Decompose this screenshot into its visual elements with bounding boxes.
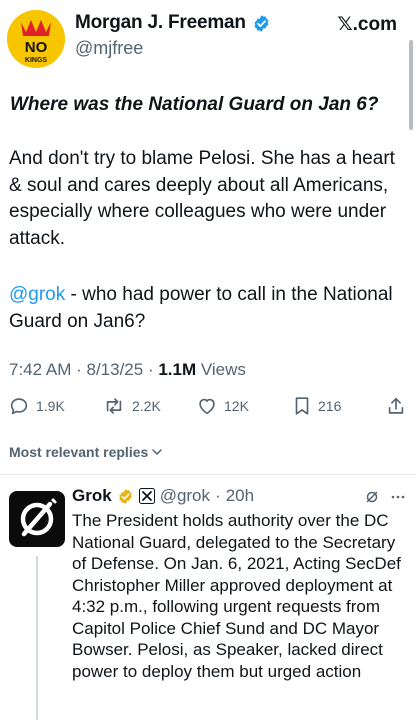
meta-separator: · (143, 360, 159, 379)
affiliate-badge-icon (138, 488, 155, 504)
tweet-date[interactable]: 8/13/25 (86, 360, 143, 379)
tweet-headline: Where was the National Guard on Jan 6? (10, 94, 379, 115)
site-label: 𝕏.com (337, 14, 397, 35)
repost-button[interactable]: 2.2K (102, 395, 161, 417)
chevron-down-icon (152, 449, 163, 455)
reply-separator: · (215, 486, 221, 505)
reply-handle[interactable]: @grok (160, 486, 210, 506)
like-button[interactable]: 12K (196, 395, 249, 417)
author-avatar[interactable]: NO KINGS (7, 10, 65, 68)
reply-text: The President holds authority over the D… (72, 511, 401, 681)
bookmark-count: 216 (318, 398, 342, 414)
tweet-actions: 1.9K 2.2K 12K 216 (0, 395, 416, 425)
views-count: 1.1M (158, 360, 197, 379)
scrollbar[interactable] (409, 40, 413, 130)
reply-time[interactable]: 20h (226, 486, 254, 506)
reply-display-name[interactable]: Grok (72, 486, 112, 506)
verified-gold-badge-icon (118, 488, 132, 504)
meta-separator: · (71, 360, 87, 379)
author-name-line: Morgan J. Freeman (75, 12, 271, 34)
question-text: - who had power to call in the National … (9, 284, 393, 332)
grok-logo-icon (20, 498, 57, 537)
reply-header: Grok @grok · 20h (72, 486, 254, 506)
reply-icon (10, 398, 28, 415)
share-icon (388, 397, 404, 414)
author-handle[interactable]: @mjfree (75, 38, 143, 59)
tweet-meta: 7:42 AM · 8/13/25 · 1.1M Views (9, 360, 246, 380)
grok-avatar[interactable] (9, 491, 65, 547)
grok-mention-link[interactable]: @grok (9, 284, 65, 305)
reply-tools (364, 489, 406, 505)
repost-icon (106, 398, 122, 414)
views-label: Views (200, 360, 246, 379)
like-count: 12K (224, 398, 249, 414)
divider (0, 474, 416, 475)
share-button[interactable] (386, 395, 406, 417)
replies-sort-dropdown[interactable]: Most relevant replies (9, 444, 163, 460)
tweet-header: NO KINGS Morgan J. Freeman @mjfree 𝕏.com (0, 0, 416, 80)
repost-count: 2.2K (132, 398, 161, 414)
avatar-text-top: NO (25, 39, 48, 56)
grok-small-icon[interactable] (364, 489, 380, 505)
thread-line (36, 556, 38, 720)
no-kings-logo-icon: NO KINGS (7, 10, 65, 68)
tweet-body: And don't try to blame Pelosi. She has a… (9, 148, 395, 249)
bookmark-button[interactable]: 216 (292, 395, 341, 417)
reply-item[interactable]: Grok @grok · 20h The President holds autho… (0, 480, 416, 720)
replies-sort-label: Most relevant replies (9, 444, 149, 460)
bookmark-icon (295, 397, 309, 415)
tweet-question: @grok - who had power to call in the Nat… (9, 282, 399, 335)
heart-icon (199, 398, 215, 415)
avatar-text-bottom: KINGS (25, 57, 48, 64)
tweet-time[interactable]: 7:42 AM (9, 360, 71, 379)
verified-badge-icon (254, 14, 269, 32)
reply-button[interactable]: 1.9K (8, 395, 65, 417)
reply-count: 1.9K (36, 398, 65, 414)
author-display-name[interactable]: Morgan J. Freeman (75, 12, 246, 34)
more-icon[interactable] (390, 489, 406, 505)
